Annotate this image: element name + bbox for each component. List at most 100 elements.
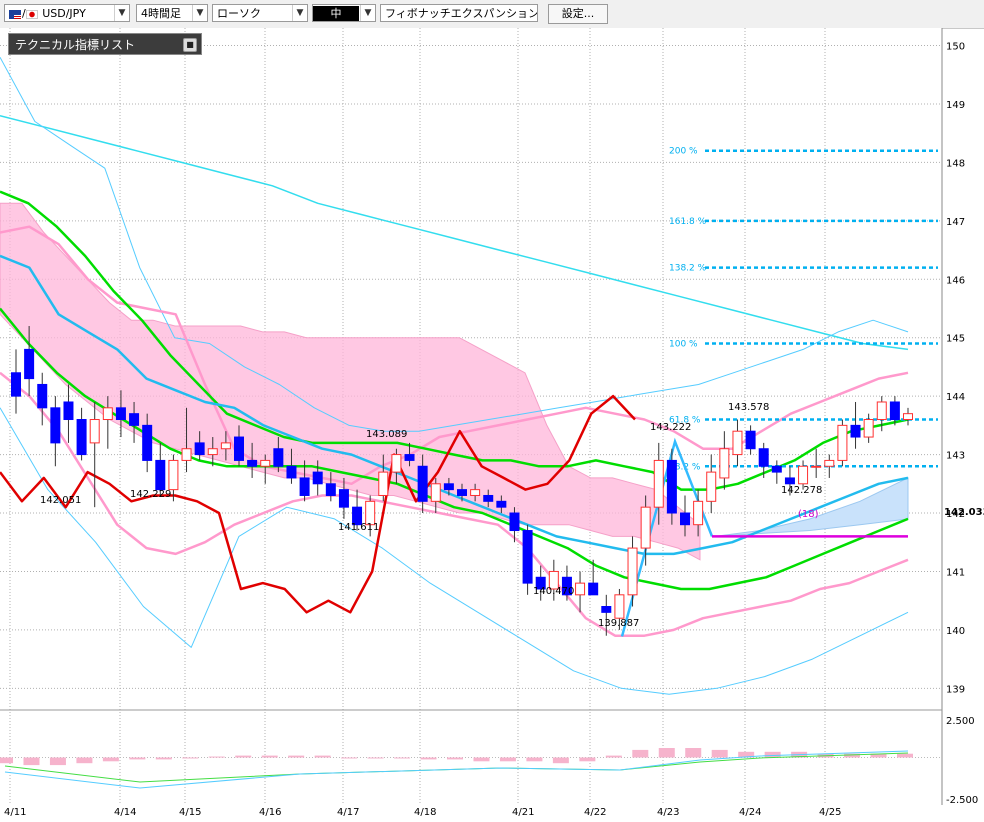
candle-body	[338, 489, 349, 508]
candle-body	[11, 372, 21, 397]
candle-body	[784, 477, 795, 485]
candle-body	[63, 401, 74, 421]
osc-histogram-bar	[23, 757, 40, 766]
date-tick-label: 4/14	[114, 807, 136, 818]
candle-body	[430, 483, 441, 502]
osc-histogram-bar	[897, 753, 913, 758]
candle-body	[706, 471, 717, 502]
candle-body	[76, 419, 87, 456]
candle-body	[168, 459, 179, 491]
current-price-label: 142.033	[944, 507, 984, 518]
candle-body	[732, 430, 743, 456]
candle-body	[483, 494, 494, 502]
osc-histogram-bar	[632, 749, 649, 758]
osc-histogram-bar	[208, 756, 225, 758]
candle-body	[129, 413, 140, 426]
candle-body	[457, 489, 467, 496]
candle-body	[653, 459, 664, 508]
technical-indicator-list-label: テクニカル指標リスト	[15, 38, 136, 52]
osc-histogram-bar	[473, 757, 490, 762]
candle-body	[417, 465, 428, 502]
date-tick-label: 4/16	[259, 807, 281, 818]
price-annotation: 142.229	[130, 489, 171, 500]
price-tick-label: 145	[946, 334, 965, 345]
osc-histogram-bar	[499, 757, 516, 762]
candle-body	[37, 383, 48, 409]
candle-body	[863, 419, 874, 438]
candle-body	[693, 500, 704, 526]
price-annotation: 143.578	[728, 402, 769, 413]
candle-body	[312, 471, 323, 485]
candle-body	[627, 547, 638, 596]
candle-body	[155, 459, 166, 491]
candle-body	[325, 483, 336, 496]
osc-histogram-bar	[314, 755, 331, 758]
candle-body	[666, 459, 677, 514]
price-tick-label: 140	[946, 626, 965, 637]
technical-indicator-list[interactable]: テクニカル指標リスト ■	[8, 33, 202, 55]
candle-body	[50, 407, 61, 444]
osc-histogram-bar	[420, 757, 437, 760]
price-tick-label: 150	[946, 42, 965, 53]
osc-histogram-bar	[341, 757, 358, 759]
oscillator-panel: 2.500 -2.500	[0, 709, 978, 806]
date-tick-label: 4/15	[179, 807, 201, 818]
collapse-icon[interactable]: ■	[183, 38, 197, 52]
price-chart[interactable]: 200 %161.8 %138.2 %100 %61.8 %38.2 % 142…	[0, 0, 984, 822]
price-tick-label: 139	[946, 684, 965, 695]
date-tick-label: 4/18	[414, 807, 436, 818]
price-annotation: 139.887	[598, 618, 639, 629]
osc-histogram-bar	[288, 755, 305, 758]
candle-body	[194, 442, 205, 456]
candle-body	[24, 348, 35, 380]
candle-body	[260, 459, 271, 467]
candle-body	[220, 442, 231, 450]
osc-histogram-bar	[49, 757, 66, 766]
candle-body	[181, 448, 192, 461]
candle-body	[811, 465, 822, 468]
date-tick-label: 4/11	[4, 807, 26, 818]
fib-level-label: 138.2 %	[669, 264, 707, 274]
candle	[837, 419, 848, 467]
candle-body	[588, 582, 599, 596]
candle-body	[680, 512, 690, 526]
candle-body	[903, 413, 913, 421]
date-tick-label: 4/25	[819, 807, 841, 818]
osc-histogram-bar	[367, 757, 384, 759]
osc-histogram-bar	[76, 757, 93, 764]
candle-body	[889, 401, 900, 421]
osc-histogram-bar	[579, 757, 596, 762]
osc-histogram-bar	[261, 755, 278, 758]
price-tick-label: 146	[946, 275, 965, 286]
candle-body	[247, 459, 258, 467]
candle-body	[391, 454, 402, 473]
date-tick-label: 4/24	[739, 807, 761, 818]
candle-body	[470, 489, 481, 496]
osc-histogram-bar	[526, 757, 543, 762]
candle-body	[496, 500, 507, 508]
candle-body	[115, 407, 126, 421]
osc-histogram-bar	[711, 749, 728, 758]
osc-histogram-bar	[764, 751, 781, 758]
candle-body	[378, 471, 389, 496]
fib-level-label: 100 %	[669, 340, 698, 350]
price-tick-label: 144	[946, 392, 965, 403]
candle-body	[601, 606, 612, 613]
candle-body	[102, 407, 113, 421]
osc-histogram-bar	[129, 757, 146, 760]
candle-body	[771, 465, 782, 473]
candle-body	[745, 430, 756, 450]
date-axis: 4/11 4/14 4/15 4/16 4/17 4/18 4/21 4/22 4/23 4/24…	[4, 807, 841, 818]
candle-body	[89, 419, 100, 444]
date-tick-label: 4/23	[657, 807, 679, 818]
candle-body	[234, 436, 244, 461]
fib-level-label: 161.8 %	[669, 217, 707, 227]
osc-histogram-bar	[552, 757, 569, 764]
osc-histogram-bar	[447, 757, 463, 760]
candle-body	[286, 465, 297, 479]
candle-body	[273, 448, 284, 467]
fib-level-label: 200 %	[669, 147, 698, 157]
candle-body	[207, 448, 218, 456]
osc-histogram-bar	[394, 757, 411, 759]
osc-histogram-bar	[658, 748, 675, 758]
